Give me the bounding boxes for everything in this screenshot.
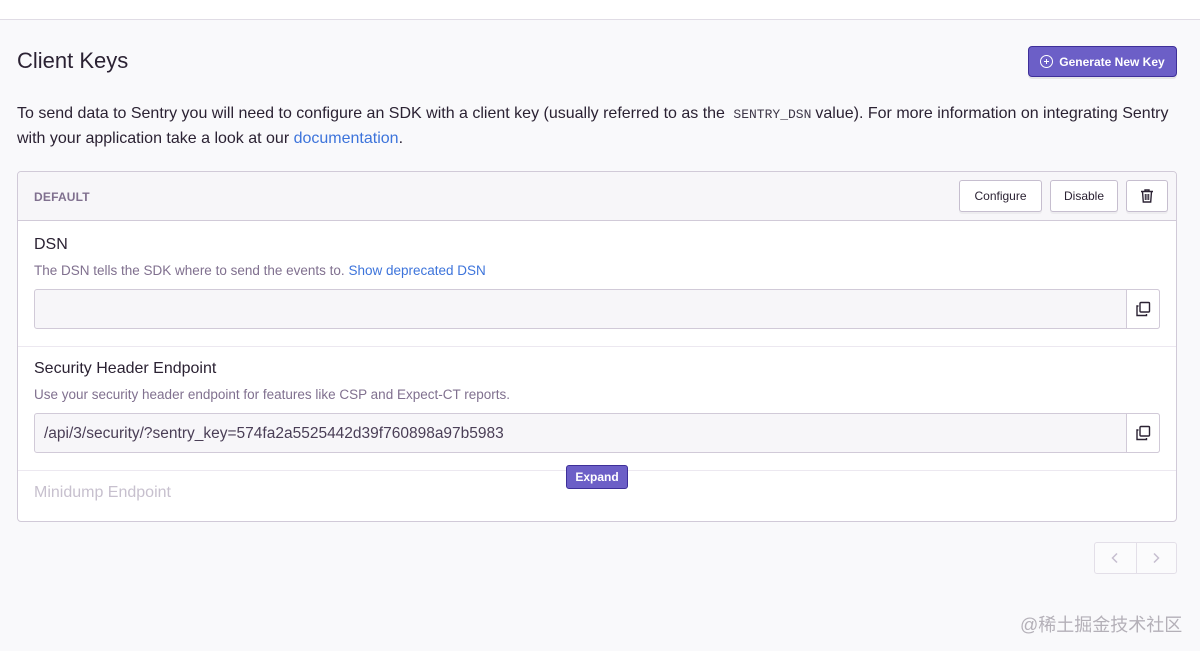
dsn-help: The DSN tells the SDK where to send the … — [34, 263, 486, 278]
intro-text: To send data to Sentry you will need to … — [17, 102, 1187, 151]
copy-security-endpoint-button[interactable] — [1126, 413, 1160, 453]
generate-new-key-label: Generate New Key — [1059, 54, 1165, 69]
panel-header: DEFAULT Configure Disable — [18, 172, 1176, 221]
sentry-dsn-code: SENTRY_DSN — [733, 107, 812, 122]
disable-button[interactable]: Disable — [1050, 180, 1118, 212]
dsn-help-text: The DSN tells the SDK where to send the … — [34, 263, 345, 278]
next-page-button[interactable] — [1135, 543, 1177, 573]
divider — [18, 346, 1176, 347]
copy-icon — [1136, 425, 1151, 441]
top-bar — [0, 0, 1200, 20]
minidump-endpoint-label: Minidump Endpoint — [34, 484, 171, 501]
intro-text-end: . — [398, 130, 404, 147]
show-deprecated-dsn-link[interactable]: Show deprecated DSN — [348, 263, 485, 278]
chevron-right-icon — [1153, 552, 1160, 564]
dsn-field[interactable] — [34, 289, 1160, 329]
chevron-left-icon — [1111, 552, 1118, 564]
configure-button[interactable]: Configure — [959, 180, 1042, 212]
page-title: Client Keys — [17, 48, 129, 73]
dsn-label: DSN — [34, 236, 68, 253]
pagination — [1094, 542, 1177, 574]
documentation-link[interactable]: documentation — [294, 130, 399, 147]
delete-button[interactable] — [1126, 180, 1168, 212]
security-endpoint-value: /api/3/security/?sentry_key=574fa2a55254… — [44, 425, 504, 442]
trash-icon — [1141, 189, 1153, 203]
generate-new-key-button[interactable]: Generate New Key — [1028, 46, 1177, 77]
previous-page-button[interactable] — [1095, 543, 1136, 573]
security-endpoint-field[interactable]: /api/3/security/?sentry_key=574fa2a55254… — [34, 413, 1160, 453]
add-circle-icon — [1040, 55, 1054, 68]
copy-icon — [1136, 301, 1151, 317]
expand-button[interactable]: Expand — [566, 465, 628, 489]
copy-dsn-button[interactable] — [1126, 289, 1160, 329]
security-endpoint-label: Security Header Endpoint — [34, 360, 217, 377]
watermark: @稀土掘金技术社区 — [1020, 615, 1183, 635]
security-endpoint-help: Use your security header endpoint for fe… — [34, 387, 510, 402]
intro-text-part1: To send data to Sentry you will need to … — [17, 105, 725, 122]
key-name: DEFAULT — [34, 190, 90, 204]
